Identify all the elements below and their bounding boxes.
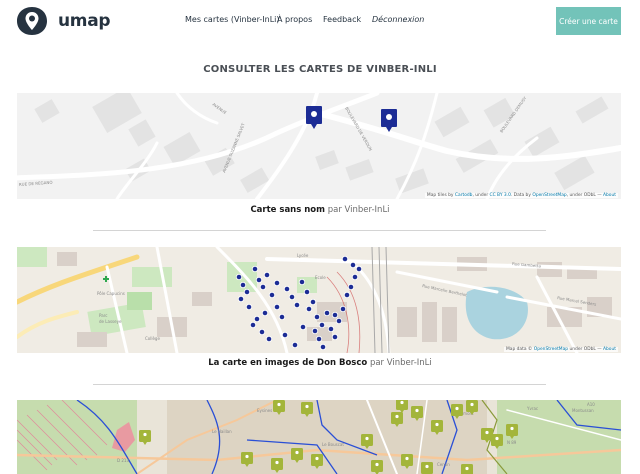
attribution-about-link[interactable]: About [603,193,616,198]
attribution-osm-link[interactable]: OpenStreetMap [532,193,566,198]
map-tiles-3: Eysines Le Haillan Le Bouscat Lormont Ce… [17,400,621,474]
svg-text:Parc: Parc [99,313,107,318]
attribution-osm-link[interactable]: OpenStreetMap [534,347,568,352]
nav-logout-link[interactable]: Déconnexion [372,15,424,24]
attribution-license-link[interactable]: CC BY 3.0 [490,193,511,198]
map-pin-icon[interactable] [421,462,433,474]
map-marker-icon[interactable] [278,313,286,321]
map-marker-icon[interactable] [291,341,299,349]
map-marker-icon[interactable] [281,331,289,339]
nav-my-maps-link[interactable]: Mes cartes (Vinber-InLi) [185,15,280,24]
map-marker-icon[interactable] [311,327,319,335]
map-tiles-1: AVENUE SUZANNE SALVET BOULEVARD DE VERDU… [17,93,621,199]
map-author-link[interactable]: Vinber-InLi [345,205,390,215]
separator [93,384,546,385]
svg-text:Pôle Capucins: Pôle Capucins [97,291,125,296]
map-marker-icon[interactable] [331,311,339,319]
map-pin-icon[interactable] [461,464,473,474]
map-preview-2[interactable]: Lycée Ecole Pôle Capucins Parc de Lassey… [17,247,621,353]
map-caption-1: Carte sans nom par Vinber-InLi [250,205,390,215]
map-marker-icon[interactable] [237,295,245,303]
map-marker-icon[interactable] [258,328,266,336]
svg-text:A10: A10 [587,402,595,407]
map-caption-2: La carte en images de Don Bosco par Vinb… [208,358,432,368]
map-title-link[interactable]: La carte en images de Don Bosco [208,358,367,368]
svg-text:N 89: N 89 [507,440,517,445]
svg-text:Montussan: Montussan [572,408,594,413]
svg-text:Ecole: Ecole [315,275,326,280]
map-marker-icon[interactable] [249,321,257,329]
map-marker-icon[interactable] [318,321,326,329]
map-tiles-2: Lycée Ecole Pôle Capucins Parc de Lassey… [17,247,621,353]
umap-logo-icon[interactable] [16,6,48,36]
attribution-provider-link[interactable]: Cartodb [455,193,473,198]
map-attribution-2: Map data © OpenStreetMap under ODbL — Ab… [503,347,618,352]
map-preview-3[interactable]: Eysines Le Haillan Le Bouscat Lormont Ce… [17,400,621,474]
create-map-button[interactable]: Créer une carte [556,7,621,35]
map-marker-icon[interactable] [335,317,343,325]
map-marker-icon[interactable] [343,291,351,299]
map-marker-icon[interactable] [339,305,347,313]
map-marker-icon[interactable] [261,309,269,317]
map-marker-icon[interactable] [351,273,359,281]
map-marker-icon[interactable] [259,283,267,291]
map-marker-icon[interactable] [299,323,307,331]
map-marker-icon[interactable] [298,278,306,286]
map-marker-icon[interactable] [283,285,291,293]
map-marker-icon[interactable] [245,303,253,311]
map-marker-icon[interactable] [327,325,335,333]
map-marker-icon[interactable] [349,261,357,269]
map-marker-icon[interactable] [268,291,276,299]
nav-feedback-link[interactable]: Feedback [323,15,361,24]
separator [93,230,546,231]
map-marker-icon[interactable] [347,283,355,291]
map-preview-1[interactable]: AVENUE SUZANNE SALVET BOULEVARD DE VERDU… [17,93,621,199]
svg-text:de Lasseye: de Lasseye [99,319,122,324]
map-marker-icon[interactable] [341,255,349,263]
map-marker-icon[interactable] [305,305,313,313]
map-marker-icon[interactable] [251,265,259,273]
map-pin-icon[interactable] [371,460,383,474]
map-marker-icon[interactable] [235,273,243,281]
header: umap Mes cartes (Vinber-InLi) À propos F… [0,0,640,42]
map-title-link[interactable]: Carte sans nom [250,205,325,215]
brand-name[interactable]: umap [58,11,111,31]
svg-text:Lycée: Lycée [297,253,309,258]
map-marker-icon[interactable] [303,288,311,296]
map-marker-icon[interactable] [323,309,331,317]
map-marker-icon[interactable] [273,279,281,287]
page-title: CONSULTER LES CARTES DE VINBER-INLI [203,64,437,75]
map-marker-icon[interactable] [239,281,247,289]
map-marker-icon[interactable] [273,303,281,311]
svg-text:Cenon: Cenon [437,462,450,467]
map-marker-icon[interactable] [355,265,363,273]
svg-text:Le Haillan: Le Haillan [212,429,232,434]
map-marker-icon[interactable] [243,288,251,296]
map-marker-icon[interactable] [319,343,327,351]
map-marker-icon[interactable] [265,335,273,343]
map-marker-icon[interactable] [253,315,261,323]
svg-text:D 213: D 213 [117,458,129,463]
attribution-about-link[interactable]: About [603,347,616,352]
svg-text:Le Bouscat: Le Bouscat [322,442,344,447]
svg-text:Collège: Collège [145,336,160,341]
nav-about-link[interactable]: À propos [277,15,312,24]
map-attribution-1: Map tiles by Cartodb, under CC BY 3.0. D… [424,193,618,198]
map-author-link[interactable]: Vinber-InLi [387,358,432,368]
map-marker-icon[interactable] [293,301,301,309]
map-marker-icon[interactable] [309,298,317,306]
map-marker-icon[interactable] [313,313,321,321]
svg-text:Yvrac: Yvrac [526,406,538,411]
map-marker-icon[interactable] [331,333,339,341]
map-marker-icon[interactable] [315,335,323,343]
map-marker-icon[interactable] [263,271,271,279]
svg-text:Eysines: Eysines [257,408,272,413]
map-marker-icon[interactable] [255,276,263,284]
map-marker-icon[interactable] [288,293,296,301]
